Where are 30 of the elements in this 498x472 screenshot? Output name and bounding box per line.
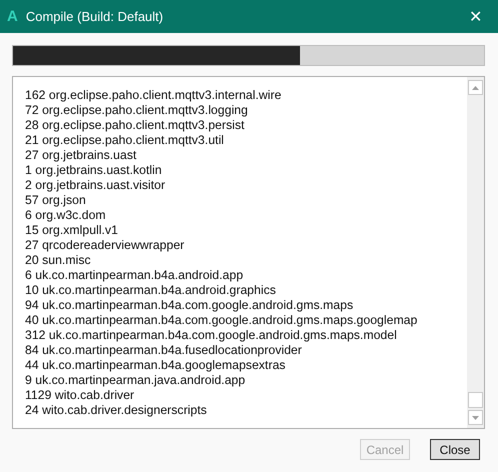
close-button[interactable]: ✕ [465, 6, 486, 26]
log-line: 72 org.eclipse.paho.client.mqttv3.logging [25, 103, 249, 118]
scroll-down-icon[interactable] [468, 410, 483, 425]
app-logo: A [7, 8, 18, 25]
window-title: Compile (Build: Default) [26, 9, 164, 24]
log-line: 24 wito.cab.driver.designerscripts [25, 403, 208, 418]
log-line: 6 uk.co.martinpearman.b4a.android.app [25, 268, 244, 283]
log-line: 57 org.json [25, 193, 87, 208]
log-line: 40 uk.co.martinpearman.b4a.com.google.android.gms.maps.googlemap [25, 313, 418, 328]
log-line: 84 uk.co.martinpearman.b4a.fusedlocationprovider [25, 343, 303, 358]
log-line: 312 uk.co.martinpearman.b4a.com.google.android.gms.maps.model [25, 328, 398, 343]
log-line: 6 org.w3c.dom [25, 208, 107, 223]
log-line: 27 qrcodereaderviewwrapper [25, 238, 186, 253]
scroll-up-icon[interactable] [468, 80, 483, 95]
log-line: 94 uk.co.martinpearman.b4a.com.google.android.gms.maps [25, 298, 354, 313]
log-line: 28 org.eclipse.paho.client.mqttv3.persist [25, 118, 246, 133]
log-line: 10 uk.co.martinpearman.b4a.android.graphics [25, 283, 277, 298]
log-line: 20 sun.misc [25, 253, 92, 268]
log-line: 21 org.eclipse.paho.client.mqttv3.util [25, 133, 225, 148]
scroll-thumb[interactable] [468, 392, 483, 408]
log-line: 27 org.jetbrains.uast [25, 148, 138, 163]
log-line: 1 org.jetbrains.uast.kotlin [25, 163, 163, 178]
log-line: 44 uk.co.martinpearman.b4a.googlemapsextras [25, 358, 286, 373]
log-line: 2 org.jetbrains.uast.visitor [25, 178, 166, 193]
log-line: 9 uk.co.martinpearman.java.android.app [25, 373, 246, 388]
log-line: 162 org.eclipse.paho.client.mqttv3.internal.wire [25, 88, 282, 103]
scrollbar[interactable] [467, 77, 484, 428]
log-line: 15 org.xmlpull.v1 [25, 223, 119, 238]
log-line: 1129 wito.cab.driver [25, 388, 136, 403]
close-dialog-button[interactable]: Close [430, 439, 480, 460]
